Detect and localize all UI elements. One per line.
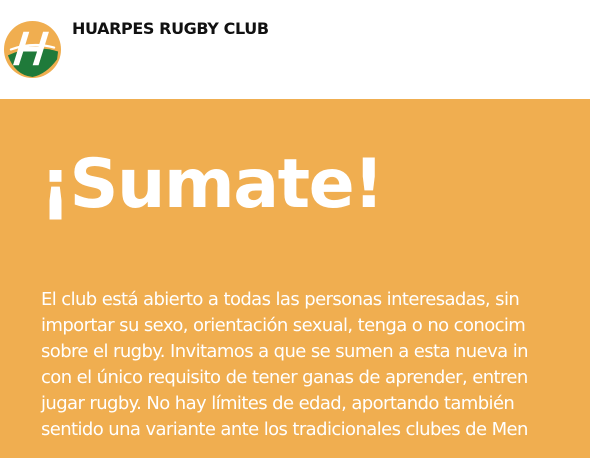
hero-title: ¡Sumate! <box>40 145 384 224</box>
huarpes-h-logo-icon <box>3 20 62 79</box>
site-header: HUARPES RUGBY CLUB <box>0 0 590 99</box>
hero-description-line: sobre el rugby. Invitamos a que se sumen… <box>41 341 529 362</box>
hero-description: El club está abierto a todas las persona… <box>41 287 590 443</box>
hero-description-line: sentido una variante ante los tradiciona… <box>41 419 528 440</box>
hero-description-line: El club está abierto a todas las persona… <box>41 289 520 310</box>
hero-description-line: importar su sexo, orientación sexual, te… <box>41 315 526 336</box>
join-hero-section: ¡Sumate! El club está abierto a todas la… <box>0 99 590 458</box>
home-logo-link[interactable] <box>3 20 62 79</box>
hero-description-line: jugar rugby. No hay límites de edad, apo… <box>41 393 515 414</box>
hero-description-line: con el único requisito de tener ganas de… <box>41 367 528 388</box>
brand-name: HUARPES RUGBY CLUB <box>72 19 269 38</box>
page: HUARPES RUGBY CLUB ¡Sumate! El club está… <box>0 0 590 458</box>
